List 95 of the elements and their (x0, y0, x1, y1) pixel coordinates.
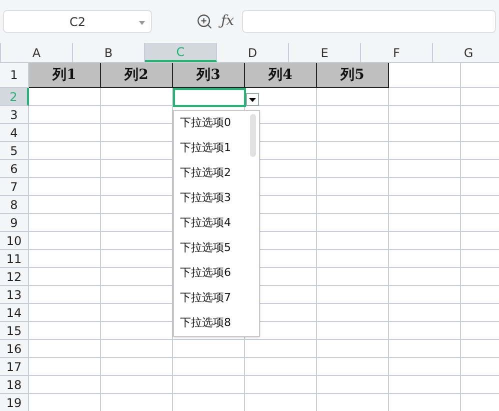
dropdown-option[interactable]: 下拉选项2 (174, 161, 259, 186)
table-cell (245, 358, 317, 376)
table-cell (317, 232, 389, 250)
dropdown-option[interactable]: 下拉选项5 (174, 236, 259, 261)
dropdown-button[interactable] (246, 93, 259, 106)
table-cell (317, 160, 389, 178)
dropdown-option[interactable]: 下拉选项1 (174, 136, 259, 161)
table-cell (317, 358, 389, 376)
table-cell (317, 286, 389, 304)
table-cell (29, 142, 101, 160)
dropdown-option[interactable]: 下拉选项7 (174, 286, 259, 311)
table-cell (29, 178, 101, 196)
table-cell (173, 376, 245, 394)
header-cell: 列4 (245, 63, 317, 88)
table-cell (389, 196, 461, 214)
table-cell (389, 106, 461, 124)
table-cell (389, 160, 461, 178)
table-cell (389, 142, 461, 160)
column-header[interactable]: F (361, 43, 433, 62)
dropdown-option[interactable]: 下拉选项0 (174, 111, 259, 136)
dropdown-option[interactable]: 下拉选项8 (174, 311, 259, 336)
table-cell (389, 232, 461, 250)
table-cell (29, 358, 101, 376)
table-cell (389, 304, 461, 322)
table-cell (389, 250, 461, 268)
table-cell (317, 340, 389, 358)
table-cell (101, 88, 173, 106)
header-cell: 列5 (317, 63, 389, 88)
table-cell (29, 106, 101, 124)
table-cell (29, 88, 101, 106)
column-header[interactable]: D (217, 43, 289, 62)
caret-icon (139, 21, 145, 25)
table-cell (317, 106, 389, 124)
table-cell (173, 394, 245, 411)
cell-reference: C2 (68, 14, 86, 30)
table-cell (29, 160, 101, 178)
table-cell (29, 376, 101, 394)
table-cell (317, 322, 389, 340)
table-cell (29, 322, 101, 340)
table-cell (317, 142, 389, 160)
dropdown-option[interactable]: 下拉选项6 (174, 261, 259, 286)
column-header[interactable]: A (1, 43, 73, 62)
table-cell (29, 232, 101, 250)
table-cell (173, 340, 245, 358)
column-header[interactable]: E (289, 43, 361, 62)
table-cell (389, 214, 461, 232)
table-cell (101, 376, 173, 394)
table-cell (29, 286, 101, 304)
scrollbar-thumb[interactable] (250, 114, 256, 157)
table-cell (389, 178, 461, 196)
table-cell (29, 196, 101, 214)
dropdown-option[interactable]: 下拉选项4 (174, 211, 259, 236)
table-cell (317, 394, 389, 411)
table-cell (389, 286, 461, 304)
table-cell (389, 88, 461, 106)
table-cell (389, 322, 461, 340)
table-cell (317, 250, 389, 268)
table-cell (173, 358, 245, 376)
formula-field[interactable] (242, 10, 496, 33)
caret-icon (249, 98, 256, 102)
table-cell (101, 358, 173, 376)
table-cell (317, 88, 389, 106)
table-cell (389, 358, 461, 376)
fx-icon[interactable]: ƒx (221, 11, 234, 32)
table-cell (101, 394, 173, 411)
table-cell (29, 250, 101, 268)
column-header[interactable]: G (433, 43, 499, 62)
table-cell (317, 304, 389, 322)
dropdown-option[interactable]: 下拉选项3 (174, 186, 259, 211)
table-cell (317, 178, 389, 196)
name-box[interactable]: C2 (3, 10, 152, 33)
table-cell (29, 214, 101, 232)
table-cell (29, 124, 101, 142)
table-cell (101, 340, 173, 358)
header-cell: 列3 (173, 63, 245, 88)
table-cell (317, 124, 389, 142)
table-cell (317, 214, 389, 232)
table-cell (29, 268, 101, 286)
table-cell (245, 394, 317, 411)
table-cell (389, 394, 461, 411)
table-cell (317, 268, 389, 286)
table-cell (317, 376, 389, 394)
active-cell[interactable] (173, 88, 246, 107)
table-cell (317, 196, 389, 214)
table-cell (389, 376, 461, 394)
table-cell (389, 340, 461, 358)
header-cell: 列2 (101, 63, 173, 88)
table-cell (29, 340, 101, 358)
table-cell (389, 124, 461, 142)
zoom-icon[interactable] (196, 13, 213, 30)
table-cell (245, 376, 317, 394)
header-cell: 列1 (29, 63, 101, 88)
table-cell (245, 340, 317, 358)
table-cell (29, 304, 101, 322)
table-cell (389, 268, 461, 286)
